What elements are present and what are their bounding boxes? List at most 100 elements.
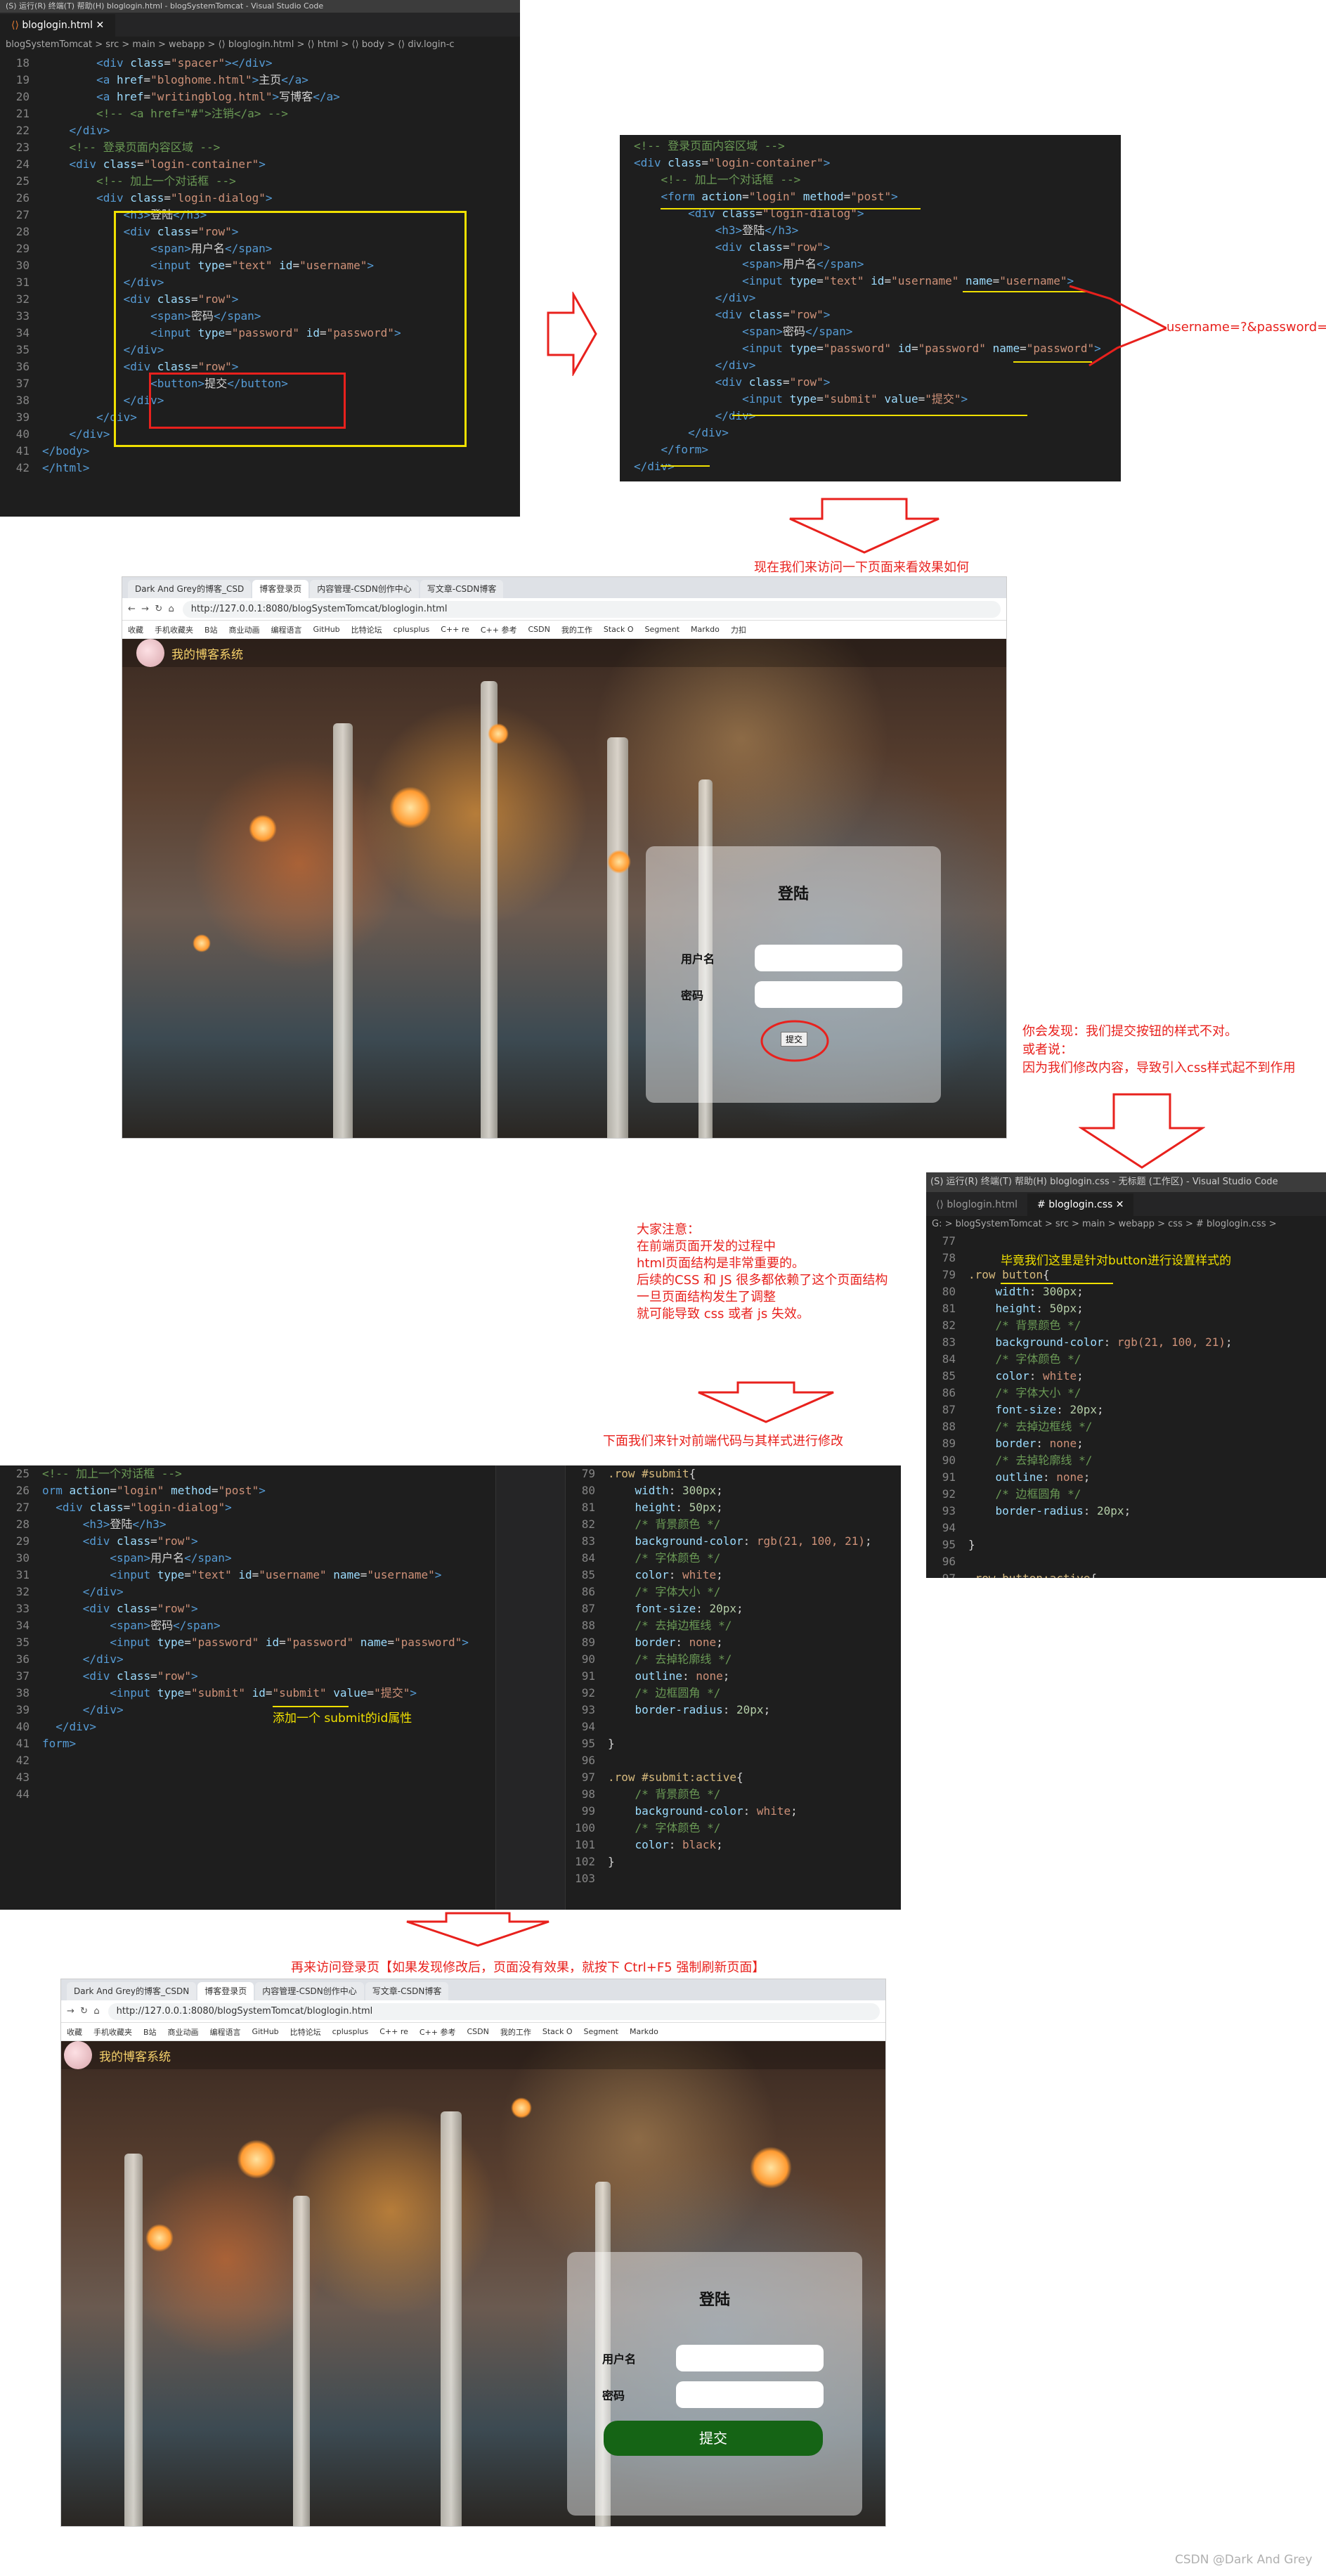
code-line[interactable]: 28 <h3>登陆</h3> bbox=[0, 1516, 492, 1533]
code-line[interactable]: 84 /* 字体颜色 */ bbox=[566, 1550, 872, 1567]
bookmark-item[interactable]: 手机收藏夹 bbox=[93, 2026, 132, 2038]
code-line[interactable]: 97.row button:active{ bbox=[926, 1570, 1326, 1578]
browser-tab[interactable]: 博客登录页 bbox=[197, 1982, 254, 2000]
code-line[interactable]: 26 orm action="login" method="post"> bbox=[0, 1482, 492, 1499]
code-line[interactable]: 89 border: none; bbox=[926, 1435, 1326, 1452]
code-line[interactable]: <div class="login-container"> bbox=[634, 155, 1121, 171]
code-line[interactable]: <form action="login" method="post"> bbox=[634, 188, 1121, 205]
code-line[interactable]: 79 .row #submit{ bbox=[566, 1465, 872, 1482]
code-line[interactable]: 94 bbox=[566, 1719, 872, 1735]
forward-icon[interactable]: → bbox=[141, 604, 149, 614]
code-line[interactable]: <div class="row"> bbox=[634, 306, 1121, 323]
code-line[interactable]: 43 bbox=[0, 1769, 492, 1786]
code-line[interactable]: 19 <a href="bloghome.html">主页</a> bbox=[0, 72, 520, 89]
code-line[interactable]: 42 bbox=[0, 1752, 492, 1769]
code-line[interactable]: 95} bbox=[566, 1735, 872, 1752]
bookmark-item[interactable]: 比特论坛 bbox=[290, 2026, 321, 2038]
home-icon[interactable]: ⌂ bbox=[169, 604, 174, 614]
bookmark-item[interactable]: Stack O bbox=[542, 2027, 573, 2036]
bookmark-item[interactable]: B站 bbox=[204, 624, 218, 635]
code-line[interactable]: 22 </div> bbox=[0, 122, 520, 139]
breadcrumb[interactable]: blogSystemTomcat > src > main > webapp >… bbox=[0, 37, 520, 53]
code-line[interactable]: 35 <input type="password" id="password" … bbox=[0, 1634, 492, 1651]
code-line[interactable]: 41 form> bbox=[0, 1735, 492, 1752]
code-line[interactable]: 85 color: white; bbox=[566, 1567, 872, 1584]
code-line[interactable]: 27 <div class="login-dialog"> bbox=[0, 1499, 492, 1516]
code-line[interactable]: </div> bbox=[634, 408, 1121, 425]
avatar[interactable] bbox=[136, 639, 164, 667]
code-line[interactable]: 21 <!-- <a href="#">注销</a> --> bbox=[0, 105, 520, 122]
password-input[interactable] bbox=[755, 981, 902, 1008]
bookmark-item[interactable]: 收藏 bbox=[67, 2026, 82, 2038]
browser-tab[interactable]: Dark And Grey的博客_CSDN bbox=[67, 1982, 197, 2000]
home-icon[interactable]: ⌂ bbox=[93, 2006, 99, 2017]
code-line[interactable]: 91 outline: none; bbox=[926, 1469, 1326, 1486]
bookmark-item[interactable]: cplusplus bbox=[394, 625, 430, 634]
bookmark-item[interactable]: Segment bbox=[583, 2027, 618, 2036]
code-line[interactable]: 94 bbox=[926, 1520, 1326, 1536]
avatar[interactable] bbox=[64, 2041, 92, 2069]
code-line[interactable]: 34 <span>密码</span> bbox=[0, 1617, 492, 1634]
reload-icon[interactable]: ↻ bbox=[80, 2006, 88, 2017]
code-line[interactable]: 25 <!-- 加上一个对话框 --> bbox=[0, 173, 520, 190]
bookmark-item[interactable]: 比特论坛 bbox=[351, 624, 382, 635]
bookmark-item[interactable]: 我的工作 bbox=[500, 2026, 531, 2038]
code-line[interactable]: 88 /* 去掉边框线 */ bbox=[566, 1617, 872, 1634]
code-line[interactable]: 38 <input type="submit" id="submit" valu… bbox=[0, 1685, 492, 1702]
bookmark-item[interactable]: C++ 参考 bbox=[420, 2026, 456, 2038]
code-line[interactable]: 88 /* 去掉边框线 */ bbox=[926, 1418, 1326, 1435]
code-line[interactable]: 37 <div class="row"> bbox=[0, 1668, 492, 1685]
bookmark-item[interactable]: 编程语言 bbox=[210, 2026, 241, 2038]
bookmark-item[interactable]: GitHub bbox=[313, 625, 340, 634]
bookmark-item[interactable]: B站 bbox=[143, 2026, 157, 2038]
code-line[interactable]: 33 <div class="row"> bbox=[0, 1600, 492, 1617]
code-line[interactable]: 24 <div class="login-container"> bbox=[0, 156, 520, 173]
code-line[interactable]: <span>密码</span> bbox=[634, 323, 1121, 340]
code-line[interactable]: 99 background-color: white; bbox=[566, 1803, 872, 1820]
breadcrumb[interactable]: G: > blogSystemTomcat > src > main > web… bbox=[926, 1216, 1326, 1233]
bookmark-item[interactable]: C++ re bbox=[379, 2027, 408, 2036]
code-line[interactable]: 89 border: none; bbox=[566, 1634, 872, 1651]
bookmark-item[interactable]: 手机收藏夹 bbox=[155, 624, 193, 635]
code-line[interactable]: 92 /* 边框圆角 */ bbox=[926, 1486, 1326, 1503]
forward-icon[interactable]: → bbox=[67, 2006, 74, 2017]
code-line[interactable]: <!-- 加上一个对话框 --> bbox=[634, 171, 1121, 188]
bookmark-item[interactable]: 商业动画 bbox=[168, 2026, 199, 2038]
code-line[interactable]: 90 /* 去掉轮廓线 */ bbox=[926, 1452, 1326, 1469]
bookmark-item[interactable]: 商业动画 bbox=[229, 624, 260, 635]
code-line[interactable]: 31 <input type="text" id="username" name… bbox=[0, 1567, 492, 1584]
submit-button[interactable]: 提交 bbox=[604, 2421, 823, 2456]
code-line[interactable]: 92 /* 边框圆角 */ bbox=[566, 1685, 872, 1702]
bookmark-item[interactable]: C++ re bbox=[441, 625, 469, 634]
code-line[interactable]: 81 height: 50px; bbox=[926, 1300, 1326, 1317]
code-line[interactable]: 84 /* 字体颜色 */ bbox=[926, 1351, 1326, 1368]
reload-icon[interactable]: ↻ bbox=[155, 604, 162, 614]
bookmark-item[interactable]: Segment bbox=[644, 625, 680, 634]
code-line[interactable]: </div> bbox=[634, 357, 1121, 374]
close-icon[interactable]: ✕ bbox=[96, 20, 105, 31]
code-line[interactable]: </form> bbox=[634, 441, 1121, 458]
code-line[interactable]: 85 color: white; bbox=[926, 1368, 1326, 1385]
code-line[interactable]: 87 font-size: 20px; bbox=[566, 1600, 872, 1617]
browser-tab[interactable]: 博客登录页 bbox=[252, 580, 309, 598]
code-line[interactable]: 18 <div class="spacer"></div> bbox=[0, 55, 520, 72]
code-line[interactable]: 101 color: black; bbox=[566, 1837, 872, 1853]
code-line[interactable]: </div> bbox=[634, 425, 1121, 441]
code-line[interactable]: 39 </div> bbox=[0, 1702, 492, 1719]
code-line[interactable]: <div class="row"> bbox=[634, 374, 1121, 391]
bookmark-item[interactable]: 编程语言 bbox=[271, 624, 302, 635]
code-line[interactable]: 36 </div> bbox=[0, 1651, 492, 1668]
code-line[interactable]: 86 /* 字体大小 */ bbox=[566, 1584, 872, 1600]
bookmark-item[interactable]: 我的工作 bbox=[561, 624, 592, 635]
code-line[interactable]: 30 <span>用户名</span> bbox=[0, 1550, 492, 1567]
bookmark-item[interactable]: 收藏 bbox=[128, 624, 143, 635]
code-line[interactable]: 79 .row button{ bbox=[926, 1267, 1326, 1283]
code-line[interactable]: 100 /* 字体颜色 */ bbox=[566, 1820, 872, 1837]
code-line[interactable]: <input type="text" id="username" name="u… bbox=[634, 273, 1121, 290]
bookmark-item[interactable]: C++ 参考 bbox=[481, 624, 517, 635]
username-input[interactable] bbox=[755, 945, 902, 971]
code-line[interactable]: 40 </div> bbox=[0, 1719, 492, 1735]
code-line[interactable]: 96 bbox=[926, 1553, 1326, 1570]
code-line[interactable]: 82 /* 背景颜色 */ bbox=[926, 1317, 1326, 1334]
bookmark-item[interactable]: Markdo bbox=[691, 625, 720, 634]
